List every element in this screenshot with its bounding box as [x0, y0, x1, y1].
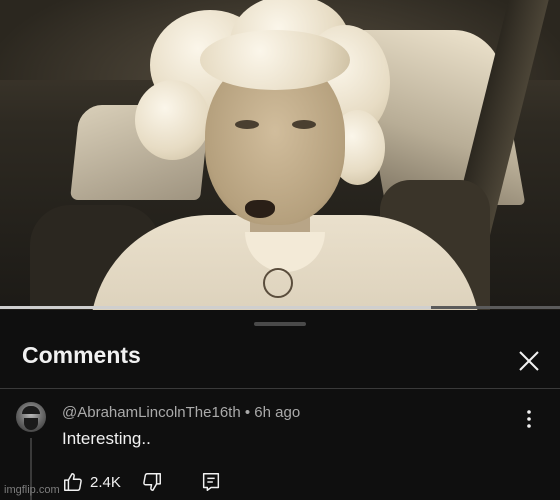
comment-time: 6h ago — [254, 404, 301, 421]
wig-fringe — [200, 30, 350, 90]
comments-title: Comments — [22, 342, 141, 368]
wig-curl — [135, 80, 210, 160]
divider — [0, 388, 560, 389]
comments-panel: Comments @AbrahamLincolnThe16th • 6h ago… — [0, 310, 560, 500]
comment-text: Interesting.. — [62, 429, 151, 448]
like-count: 2.4K — [90, 473, 121, 491]
comment-actions: 2.4K — [62, 470, 163, 494]
comment-meta: @AbrahamLincolnThe16th • 6h ago — [62, 404, 300, 421]
thumbs-up-icon[interactable] — [62, 471, 84, 493]
close-icon[interactable] — [512, 344, 546, 378]
reply-icon[interactable] — [200, 471, 222, 493]
eye — [235, 120, 259, 129]
meta-separator: • — [244, 404, 251, 421]
thumbs-down-icon[interactable] — [141, 471, 163, 493]
video-progress-bar[interactable] — [0, 306, 560, 309]
video-player[interactable] — [0, 0, 560, 310]
video-progress-fill — [0, 306, 432, 309]
eye — [292, 120, 316, 129]
more-vert-icon[interactable] — [520, 408, 538, 430]
mouth — [245, 200, 275, 218]
collar-pin — [263, 268, 293, 298]
watermark: imgflip.com — [4, 484, 60, 496]
avatar-beard — [24, 418, 38, 430]
drag-handle[interactable] — [254, 322, 306, 326]
avatar[interactable] — [16, 402, 46, 432]
comment-author[interactable]: @AbrahamLincolnThe16th — [62, 404, 241, 421]
avatar-hair — [22, 406, 40, 414]
